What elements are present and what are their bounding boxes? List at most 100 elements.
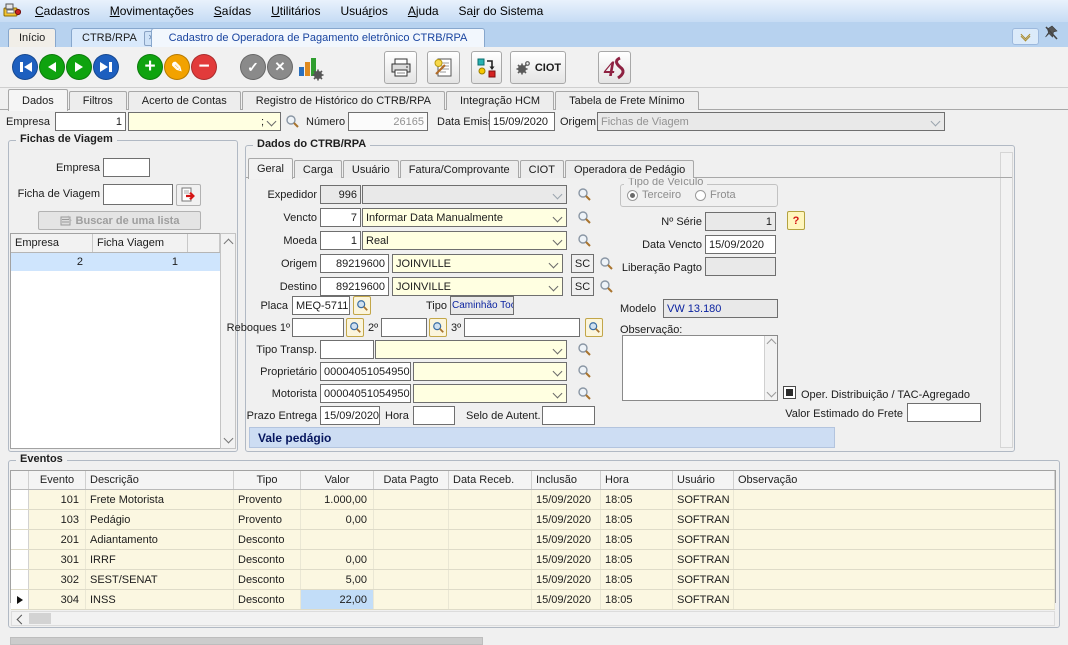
tab-registro-historico[interactable]: Registro de Histórico do CTRB/RPA [242,91,445,110]
destino-uf-input[interactable]: SC [571,277,594,296]
col-descricao[interactable]: Descrição [86,471,234,489]
empresa-input[interactable]: 1 [55,112,126,131]
origem-cidade-combobox[interactable]: JOINVILLE [392,254,563,273]
scroll-down-icon[interactable] [224,434,234,444]
liberacao-pagto-input[interactable] [705,257,776,276]
expedidor-search-icon[interactable] [577,187,593,203]
vencto-search-icon[interactable] [577,210,593,226]
proprietario-input[interactable]: 00004051054950 [320,362,411,381]
col-data-pagto[interactable]: Data Pagto [374,471,449,489]
data-vencto-input[interactable]: 15/09/2020 [705,235,776,254]
vale-pedagio-section-header[interactable]: Vale pedágio [249,427,835,448]
buscar-de-uma-lista-button[interactable]: Buscar de uma lista [38,211,201,230]
origem-combobox[interactable]: Fichas de Viagem [597,112,945,131]
col-valor[interactable]: Valor [301,471,374,489]
empresa-nome-combobox[interactable]: ; [128,112,281,131]
next-record-button[interactable] [66,54,92,80]
previous-record-button[interactable] [39,54,65,80]
selo-autent-input[interactable] [542,406,595,425]
col-empresa[interactable]: Empresa [11,234,93,252]
origem-code-input[interactable]: 89219600 [320,254,389,273]
motorista-input[interactable]: 00004051054950 [320,384,411,403]
tab-integracao-hcm[interactable]: Integração HCM [446,91,554,110]
edit-record-button[interactable]: ✎ [164,54,190,80]
origem-uf-input[interactable]: SC [571,254,594,273]
menu-usuarios[interactable]: Usuários [330,0,397,22]
moeda-combobox[interactable]: Real [362,231,567,250]
expedidor-combobox[interactable] [362,185,567,204]
add-record-button[interactable]: + [137,54,163,80]
vencto-combobox[interactable]: Informar Data Manualmente [362,208,567,227]
origem-search-icon[interactable] [599,256,615,272]
reboque3-search-button[interactable] [585,318,603,337]
tab-usuario[interactable]: Usuário [343,160,399,178]
cancel-button[interactable]: ✕ [267,54,293,80]
prazo-entrega-input[interactable]: 15/09/2020 [320,406,380,425]
tab-carga[interactable]: Carga [294,160,342,178]
destino-search-icon[interactable] [599,279,615,295]
valor-estimado-input[interactable] [907,403,981,422]
evento-row-302[interactable]: 302 SEST/SENAT Desconto 5,00 15/09/2020 … [11,570,1055,590]
destino-code-input[interactable]: 89219600 [320,277,389,296]
softran-logo-button[interactable]: 4 [598,51,631,84]
evento-row-103[interactable]: 103 Pedágio Provento 0,00 15/09/2020 18:… [11,510,1055,530]
tab-operadora-pedagio[interactable]: Operadora de Pedágio [565,160,694,178]
tab-filtros[interactable]: Filtros [69,91,127,110]
tab-ciot[interactable]: CIOT [520,160,564,178]
col-hora[interactable]: Hora [601,471,673,489]
tab-acerto-de-contas[interactable]: Acerto de Contas [128,91,241,110]
confirm-button[interactable]: ✓ [240,54,266,80]
moeda-code-input[interactable]: 1 [320,231,361,250]
reboque3-input[interactable] [464,318,580,337]
report-edit-button[interactable] [427,51,460,84]
dados-panel-vscrollbar[interactable] [1000,152,1013,448]
proprietario-combobox[interactable] [413,362,567,381]
col-usuario[interactable]: Usuário [673,471,734,489]
reboque1-input[interactable] [292,318,344,337]
evento-row-201[interactable]: 201 Adiantamento Desconto 15/09/2020 18:… [11,530,1055,550]
chart-settings-icon[interactable] [296,54,324,84]
moeda-search-icon[interactable] [577,233,593,249]
delete-record-button[interactable]: − [191,54,217,80]
menu-sair-do-sistema[interactable]: Sair do Sistema [449,0,554,22]
unpin-icon[interactable] [1044,25,1059,44]
motorista-search-icon[interactable] [577,386,593,402]
scroll-up-icon[interactable] [224,239,234,249]
oper-distribuicao-checkbox[interactable] [783,386,796,399]
selected-cell[interactable]: 22,00 [301,590,374,609]
first-record-button[interactable] [12,54,38,80]
tab-inicio[interactable]: Início [8,28,56,47]
tipo-transp-search-icon[interactable] [577,342,593,358]
scroll-up-icon[interactable] [767,339,777,349]
hscrollbar-thumb[interactable] [29,613,51,624]
numero-input[interactable]: 26165 [348,112,428,131]
tab-list-chevron-button[interactable] [1012,28,1039,45]
tab-geral[interactable]: Geral [248,158,293,179]
empresa-search-icon[interactable] [285,114,301,130]
menu-ajuda[interactable]: Ajuda [398,0,449,22]
motorista-combobox[interactable] [413,384,567,403]
evento-row-101[interactable]: 101 Frete Motorista Provento 1.000,00 15… [11,490,1055,510]
tipo-transp-combobox[interactable] [375,340,567,359]
ciot-button[interactable]: CIOT [510,51,566,84]
observacao-vscrollbar[interactable] [764,336,777,400]
reboque2-input[interactable] [381,318,427,337]
tab-tabela-frete-minimo[interactable]: Tabela de Frete Mínimo [555,91,699,110]
tab-cadastro-operadora[interactable]: Cadastro de Operadora de Pagamento eletr… [151,28,485,47]
menu-cadastros[interactable]: Cadastros [25,0,100,22]
eventos-grid-hscrollbar[interactable] [11,611,1055,626]
reboque1-search-button[interactable] [346,318,364,337]
destino-cidade-combobox[interactable]: JOINVILLE [392,277,563,296]
last-record-button[interactable] [93,54,119,80]
col-observacao[interactable]: Observação [734,471,1055,489]
col-ficha-viagem[interactable]: Ficha Viagem [93,234,188,252]
carregar-ficha-button[interactable] [176,184,201,206]
col-evento[interactable]: Evento [29,471,86,489]
col-data-receb[interactable]: Data Receb. [449,471,532,489]
fichas-grid-row[interactable]: 2 1 [11,253,220,271]
reboque2-search-button[interactable] [429,318,447,337]
observacao-textarea[interactable] [622,335,778,401]
col-tipo[interactable]: Tipo [234,471,301,489]
tipo-transp-code-input[interactable] [320,340,374,359]
proprietario-search-icon[interactable] [577,364,593,380]
